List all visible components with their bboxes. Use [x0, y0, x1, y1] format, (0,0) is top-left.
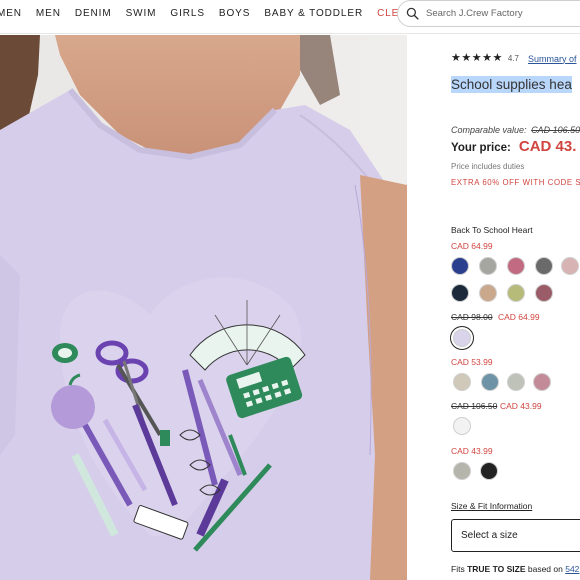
rating-row: ★ ★ ★ ★ ★ 4.7 Summary of [451, 53, 577, 64]
search-input[interactable] [426, 8, 576, 19]
nav-item-boys[interactable]: BOYS [219, 8, 250, 19]
search-box[interactable] [397, 0, 580, 27]
nav-item-men-2[interactable]: MEN [36, 8, 61, 19]
color-group-price: CAD 64.99 [451, 241, 493, 251]
color-swatch[interactable] [453, 417, 471, 435]
color-swatch[interactable] [479, 284, 497, 302]
your-price: Your price: CAD 43. [451, 138, 576, 155]
color-group-old-price: CAD 98.00 [451, 312, 493, 322]
color-swatch[interactable] [535, 257, 553, 275]
rating-value: 4.7 [507, 54, 519, 63]
color-swatch[interactable] [451, 257, 469, 275]
color-group-price: CAD 53.99 [451, 357, 493, 367]
color-swatch[interactable] [507, 257, 525, 275]
search-icon [406, 7, 419, 20]
product-info-panel: ★ ★ ★ ★ ★ 4.7 Summary of School supplies… [407, 35, 580, 580]
color-swatch[interactable] [480, 462, 498, 480]
fit-summary: Fits TRUE TO SIZE based on 542 [451, 564, 579, 574]
reviews-summary-link[interactable]: Summary of [528, 54, 577, 64]
promo-text: EXTRA 60% OFF WITH CODE SH [451, 178, 580, 187]
color-swatch[interactable] [561, 257, 579, 275]
duties-note: Price includes duties [451, 162, 525, 171]
color-swatch[interactable] [507, 373, 525, 391]
product-photo [0, 35, 407, 580]
color-swatch[interactable] [535, 284, 553, 302]
color-group-price: CAD 43.99 [500, 401, 542, 411]
nav-item-men[interactable]: MEN [0, 8, 22, 19]
color-group-old-price: CAD 106.50 [451, 401, 498, 411]
color-group-price: CAD 64.99 [498, 312, 540, 322]
star-icon: ★ [451, 52, 461, 64]
nav-menu: MEN MEN DENIM SWIM GIRLS BOYS BABY & TOD… [0, 0, 460, 27]
fits-review-count-link[interactable]: 542 [565, 564, 579, 574]
your-price-amount: CAD 43. [518, 138, 577, 155]
color-swatch[interactable] [453, 462, 471, 480]
color-swatch[interactable] [533, 373, 551, 391]
star-icon: ★ [482, 52, 492, 64]
size-select[interactable]: Select a size [451, 519, 580, 552]
star-icon: ★ [471, 52, 482, 64]
comparable-value: Comparable value: CAD 106.50 [451, 125, 580, 135]
comparable-label: Comparable value: [451, 125, 527, 135]
product-title: School supplies hea [451, 76, 572, 93]
color-swatch-selected[interactable] [453, 329, 471, 347]
selected-color-name: Back To School Heart [451, 225, 533, 235]
nav-item-girls[interactable]: GIRLS [170, 8, 205, 19]
fits-prefix: Fits [451, 564, 465, 574]
color-swatch[interactable] [451, 284, 469, 302]
fits-based-on: based on [527, 564, 563, 574]
nav-item-baby-toddler[interactable]: BABY & TODDLER [264, 8, 363, 19]
star-icon: ★ [461, 52, 472, 64]
color-swatch[interactable] [453, 373, 471, 391]
product-image[interactable] [0, 35, 407, 580]
color-swatch[interactable] [479, 257, 497, 275]
size-fit-info-link[interactable]: Size & Fit Information [451, 501, 532, 511]
top-navigation: MEN MEN DENIM SWIM GIRLS BOYS BABY & TOD… [0, 0, 580, 34]
color-swatch[interactable] [481, 373, 499, 391]
star-icon: ★ [492, 52, 503, 64]
fits-true-to-size: TRUE TO SIZE [467, 564, 526, 574]
color-swatch[interactable] [507, 284, 525, 302]
nav-item-denim[interactable]: DENIM [75, 8, 112, 19]
color-group-price: CAD 43.99 [451, 446, 493, 456]
nav-item-swim[interactable]: SWIM [126, 8, 157, 19]
your-price-label: Your price: [451, 142, 511, 154]
size-select-label: Select a size [461, 530, 518, 541]
comparable-price: CAD 106.50 [531, 125, 580, 135]
